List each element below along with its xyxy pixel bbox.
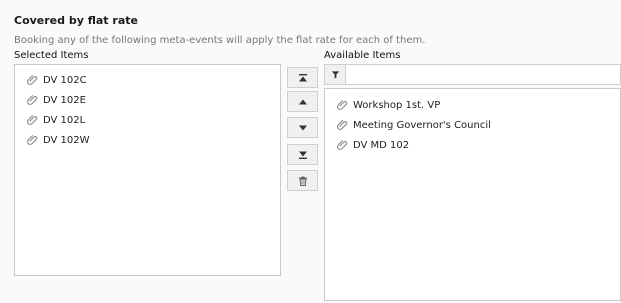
list-item-label: Workshop 1st. VP — [353, 99, 441, 111]
trash-icon — [298, 176, 307, 186]
list-item-label: DV 102C — [43, 74, 87, 86]
filter-icon — [331, 71, 339, 79]
filter-input[interactable] — [346, 64, 621, 85]
paperclip-icon — [337, 140, 348, 150]
move-down-button[interactable] — [287, 117, 318, 138]
move-to-top-button[interactable] — [287, 67, 318, 88]
paperclip-icon — [27, 135, 38, 145]
move-up-icon — [298, 99, 307, 104]
list-item-label: DV 102E — [43, 94, 86, 106]
section-title: Covered by flat rate — [14, 14, 138, 27]
section-description: Booking any of the following meta-events… — [14, 35, 426, 46]
available-items-label: Available Items — [324, 50, 401, 61]
selected-items-list[interactable]: DV 102C DV 102E DV 102L DV 102W — [14, 64, 281, 276]
move-down-icon — [298, 125, 307, 130]
move-to-bottom-icon — [298, 151, 307, 159]
move-to-top-icon — [298, 73, 307, 81]
list-item[interactable]: DV 102W — [27, 134, 90, 146]
list-item[interactable]: DV 102L — [27, 114, 85, 126]
paperclip-icon — [27, 75, 38, 85]
delete-button[interactable] — [287, 170, 318, 191]
list-item[interactable]: DV MD 102 — [337, 139, 409, 151]
list-item-label: DV MD 102 — [353, 139, 410, 151]
move-up-button[interactable] — [287, 91, 318, 112]
list-item-label: DV 102W — [43, 134, 90, 146]
move-to-bottom-button[interactable] — [287, 144, 318, 165]
filter-button[interactable] — [324, 64, 346, 85]
list-item-label: DV 102L — [43, 114, 86, 126]
paperclip-icon — [337, 100, 348, 110]
list-item[interactable]: DV 102E — [27, 94, 86, 106]
list-item-label: Meeting Governor's Council — [353, 119, 491, 131]
paperclip-icon — [27, 95, 38, 105]
selected-items-label: Selected Items — [14, 50, 89, 61]
paperclip-icon — [337, 120, 348, 130]
list-item[interactable]: Workshop 1st. VP — [337, 99, 440, 111]
available-items-list[interactable]: Workshop 1st. VP Meeting Governor's Coun… — [324, 88, 621, 301]
paperclip-icon — [27, 115, 38, 125]
list-item[interactable]: Meeting Governor's Council — [337, 119, 491, 131]
list-item[interactable]: DV 102C — [27, 74, 87, 86]
